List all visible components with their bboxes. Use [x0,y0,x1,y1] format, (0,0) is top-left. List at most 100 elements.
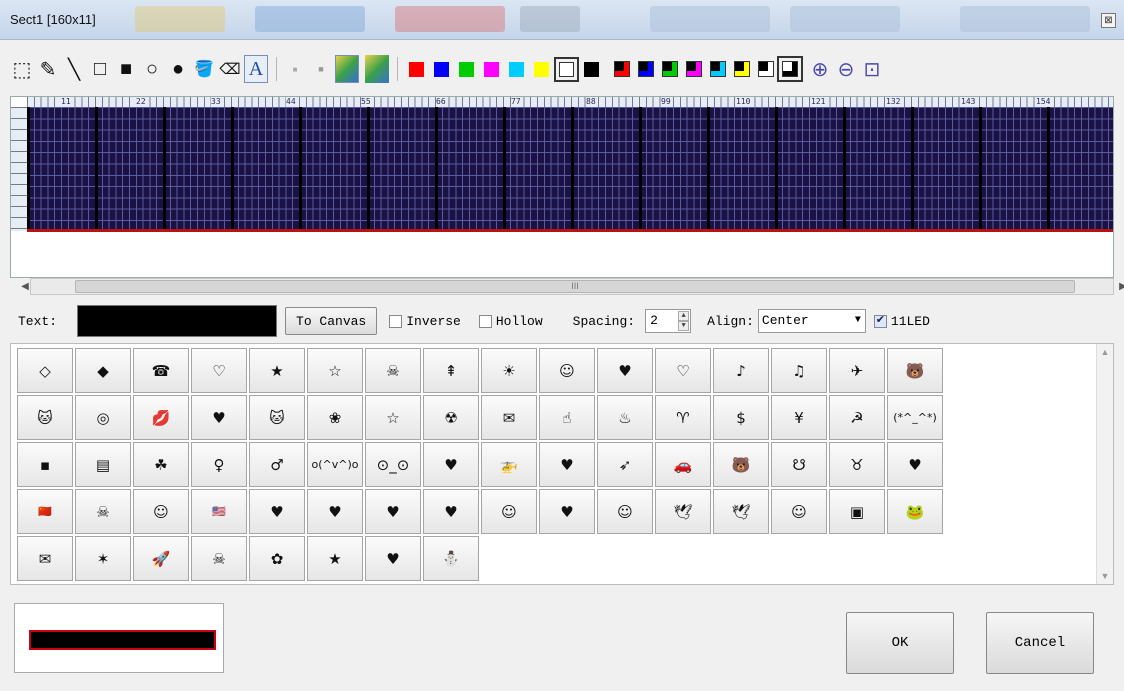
image-mode-icon[interactable] [335,55,359,83]
scroll-thumb[interactable]: III [75,280,1075,293]
color-swatch[interactable] [409,61,424,77]
symbol-button[interactable]: ♈ [655,395,711,440]
vertical-scrollbar[interactable]: ▲ ▼ [1096,344,1113,584]
text-tool-icon[interactable]: A [244,55,268,83]
symbol-button[interactable]: 🕊 [655,489,711,534]
color-swatch[interactable] [584,61,599,77]
scroll-down-icon[interactable]: ▼ [1097,568,1113,584]
hollow-checkbox[interactable] [478,314,492,328]
symbol-button[interactable]: ⊙_⊙ [365,442,421,487]
symbol-button[interactable]: 🐻 [887,348,943,393]
symbol-button[interactable]: ✉ [481,395,537,440]
symbol-button[interactable]: ◇ [17,348,73,393]
symbol-button[interactable]: ♥ [423,442,479,487]
symbol-button[interactable]: ☀ [481,348,537,393]
led-option[interactable]: ✔ 11LED [873,314,930,329]
symbol-button[interactable]: ☭ [829,395,885,440]
scroll-right-icon[interactable]: ▶ [1115,279,1124,294]
inverse-option[interactable]: Inverse [389,314,461,329]
symbol-button[interactable]: ♥ [307,489,363,534]
symbol-button[interactable]: 🇺🇸 [191,489,247,534]
color-swatch[interactable] [434,61,449,77]
symbol-button[interactable]: 🐸 [887,489,943,534]
symbol-button[interactable]: ☺ [133,489,189,534]
symbol-button[interactable]: ✉ [17,536,73,581]
zoom-in-icon[interactable]: ⊕ [808,55,832,83]
symbol-button[interactable]: ♥ [191,395,247,440]
symbol-button[interactable]: ♥ [423,489,479,534]
symbol-button[interactable]: 🚗 [655,442,711,487]
symbol-button[interactable]: ★ [307,536,363,581]
symbol-button[interactable]: ☢ [423,395,479,440]
symbol-button[interactable]: ☝ [539,395,595,440]
symbol-button[interactable]: (*^_^*) [887,395,943,440]
symbol-button[interactable]: ♡ [655,348,711,393]
rectangle-outline-icon[interactable]: □ [88,55,112,83]
small-dot-icon[interactable]: ■ [283,55,307,83]
symbol-button[interactable]: ⇞ [423,348,479,393]
symbol-button[interactable]: ★ [249,348,305,393]
symbol-button[interactable]: ☺ [771,489,827,534]
symbol-button[interactable]: ☎ [133,348,189,393]
symbol-button[interactable]: ♫ [771,348,827,393]
symbol-button[interactable]: ¥ [771,395,827,440]
led-checkbox[interactable]: ✔ [873,314,887,328]
eraser-icon[interactable]: ⌫ [218,55,242,83]
symbol-button[interactable]: ♥ [539,489,595,534]
dual-color-swatch[interactable] [614,61,630,77]
rectangle-filled-icon[interactable]: ■ [114,55,138,83]
symbol-button[interactable]: ✶ [75,536,131,581]
ellipse-outline-icon[interactable]: ○ [140,55,164,83]
color-swatch[interactable] [554,56,579,82]
ellipse-filled-icon[interactable]: ● [166,55,190,83]
symbol-button[interactable]: ☆ [307,348,363,393]
symbol-button[interactable]: ☆ [365,395,421,440]
dual-color-swatch[interactable] [710,61,726,77]
symbol-button[interactable]: ☺ [597,489,653,534]
symbol-button[interactable]: 🐱 [249,395,305,440]
symbol-button[interactable]: ◆ [75,348,131,393]
symbol-button[interactable]: ❀ [307,395,363,440]
symbol-button[interactable]: $ [713,395,769,440]
line-icon[interactable]: ╲ [62,55,86,83]
symbol-button[interactable]: ♥ [539,442,595,487]
symbol-button[interactable]: ➶ [597,442,653,487]
symbol-button[interactable]: ⛄ [423,536,479,581]
symbol-button[interactable]: 🇨🇳 [17,489,73,534]
symbol-button[interactable]: 🚀 [133,536,189,581]
spacing-up-icon[interactable]: ▲ [678,311,690,321]
led-pixel-grid[interactable] [27,107,1113,231]
zoom-out-icon[interactable]: ⊖ [834,55,858,83]
symbol-button[interactable]: ♨ [597,395,653,440]
dual-color-swatch[interactable] [686,61,702,77]
symbol-button[interactable]: ♥ [365,489,421,534]
symbol-button[interactable]: ♪ [713,348,769,393]
pencil-icon[interactable]: ✎ [36,55,60,83]
symbol-button[interactable]: 🐱 [17,395,73,440]
symbol-button[interactable]: ♥ [365,536,421,581]
symbol-button[interactable]: 🚁 [481,442,537,487]
symbol-button[interactable]: ▣ [829,489,885,534]
dual-color-swatch[interactable] [734,61,750,77]
image-mode-alt-icon[interactable] [365,55,389,83]
cancel-button[interactable]: Cancel [986,612,1094,674]
symbol-button[interactable]: o(^v^)o [307,442,363,487]
horizontal-scrollbar[interactable]: ◀ III ▶ [21,278,1124,295]
dual-color-swatch[interactable] [758,61,774,77]
text-input[interactable] [77,305,278,337]
large-dot-icon[interactable]: ■ [309,55,333,83]
hollow-option[interactable]: Hollow [478,314,543,329]
symbol-button[interactable]: 🐻 [713,442,769,487]
symbol-button[interactable]: ☘ [133,442,189,487]
symbol-button[interactable]: ☠ [75,489,131,534]
dual-color-swatch[interactable] [638,61,654,77]
symbol-button[interactable]: ✿ [249,536,305,581]
spacing-down-icon[interactable]: ▼ [678,321,690,331]
symbol-button[interactable]: ♥ [887,442,943,487]
symbol-button[interactable]: ♀ [191,442,247,487]
symbol-button[interactable]: ☋ [771,442,827,487]
dual-color-swatch[interactable] [662,61,678,77]
symbol-button[interactable]: ☺ [481,489,537,534]
color-swatch[interactable] [509,61,524,77]
spacing-stepper[interactable]: 2 ▲ ▼ [645,309,692,333]
